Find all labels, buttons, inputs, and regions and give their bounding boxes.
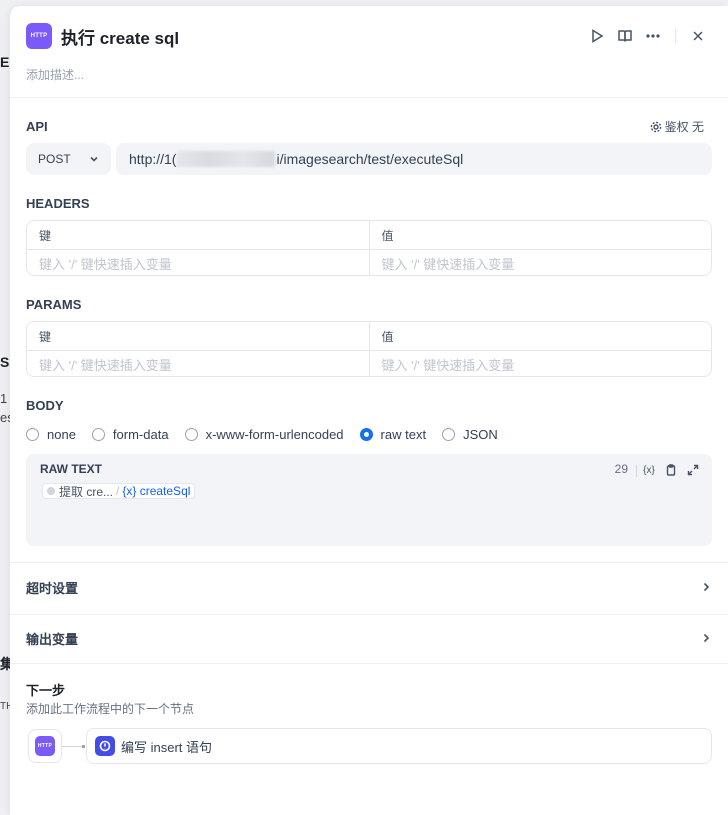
params-table: 键 值 键入 '/' 键快速插入变量 键入 '/' 键快速插入变量 [26,321,712,377]
body-label: BODY [26,398,64,413]
copy-button[interactable] [662,461,680,479]
docs-button[interactable] [611,22,639,50]
radio-circle [26,428,39,441]
node-settings-panel: HTTP 执行 create sql 添加描述... API 鉴权 无 POST [10,6,728,815]
gear-icon [650,121,661,132]
chevron-down-icon [90,156,98,162]
url-path: i/imagesearch/test/executeSql [276,151,464,167]
headers-value-column: 值 [368,221,712,249]
next-step-title: 下一步 [26,683,66,698]
close-button[interactable] [684,22,712,50]
raw-text-title: RAW TEXT [40,462,102,476]
radio-label: none [47,427,76,442]
node-title[interactable]: 执行 create sql [61,24,179,49]
body-type-radios: none form-data x-www-form-urlencoded raw… [26,427,514,442]
raw-text-editor[interactable]: RAW TEXT 29 {x} 提取 cre... / {x} createSq… [26,454,712,546]
radio-none[interactable]: none [26,427,76,442]
radio-form-data[interactable]: form-data [91,427,169,442]
divider [10,97,728,98]
radio-circle [184,428,198,441]
chevron-right-icon [703,633,710,643]
code-node-icon [95,736,115,756]
insert-variable-icon[interactable]: {x} [640,461,658,479]
divider [10,614,728,615]
connector-line [62,745,85,748]
expand-icon [687,464,699,476]
variable-name: {x} createSql [122,484,191,498]
header-separator [675,29,676,43]
header-actions [583,22,712,50]
more-button[interactable] [639,22,667,50]
source-node-icon [47,487,55,495]
radio-label: form-data [112,427,169,442]
url-prefix: http://1( [129,151,177,167]
run-button[interactable] [583,22,611,50]
next-step-description: 添加此工作流程中的下一个节点 [26,702,195,716]
radio-json[interactable]: JSON [442,427,498,442]
variable-source-node: 提取 cre... [59,484,114,499]
radio-label: JSON [463,427,498,442]
toolbar-separator [636,465,637,477]
radio-raw-text[interactable]: raw text [359,427,427,442]
variable-reference[interactable]: 提取 cre... / {x} createSql [42,483,196,499]
api-label: API [26,119,48,134]
canvas-fragment: E [0,54,10,70]
method-select[interactable]: POST [26,143,111,175]
divider [10,562,728,563]
radio-circle-selected [359,428,373,441]
book-icon [618,30,632,42]
http-node-icon: HTTP [35,736,55,756]
char-count: 29 [614,462,628,476]
next-node[interactable]: 编写 insert 语句 [86,728,712,764]
auth-label: 鉴权 无 [664,120,704,134]
method-value: POST [38,152,71,166]
panel-header: HTTP 执行 create sql [26,22,712,50]
http-node-icon: HTTP [26,23,52,49]
url-input[interactable]: http://1( i/imagesearch/test/executeSql [116,143,712,175]
next-node-label: 编写 insert 语句 [121,739,213,755]
close-icon [693,31,703,41]
description-input[interactable]: 添加描述... [26,66,84,83]
radio-label: x-www-form-urlencoded [205,427,344,442]
headers-label: HEADERS [26,196,90,211]
output-label: 输出变量 [26,631,79,647]
divider [10,663,728,664]
redacted-host [177,151,276,167]
more-dots-icon [646,34,660,38]
radio-circle [442,428,456,441]
auth-button[interactable]: 鉴权 无 [650,118,704,135]
headers-value-input[interactable]: 键入 '/' 键快速插入变量 [368,250,712,275]
params-key-input[interactable]: 键入 '/' 键快速插入变量 [27,351,369,376]
editor-toolbar: {x} [640,461,702,479]
timeout-label: 超时设置 [26,580,79,596]
params-value-input[interactable]: 键入 '/' 键快速插入变量 [368,351,712,376]
headers-key-input[interactable]: 键入 '/' 键快速插入变量 [27,250,369,275]
canvas-fragment: 1 [0,391,8,406]
headers-table: 键 值 键入 '/' 键快速插入变量 键入 '/' 键快速插入变量 [26,220,712,276]
chevron-right-icon [703,582,710,592]
params-key-column: 键 [39,329,52,344]
expand-button[interactable] [684,461,702,479]
play-icon [592,29,604,43]
clipboard-icon [666,464,676,476]
headers-key-column: 键 [39,228,52,243]
params-value-column: 值 [368,322,712,350]
timeout-settings-row[interactable]: 超时设置 [26,577,712,597]
current-node: HTTP [28,729,62,763]
radio-urlencoded[interactable]: x-www-form-urlencoded [184,427,344,442]
radio-label: raw text [380,427,427,442]
output-variables-row[interactable]: 输出变量 [26,628,712,648]
path-separator: / [116,484,120,498]
radio-circle [91,428,105,441]
params-label: PARAMS [26,297,82,312]
